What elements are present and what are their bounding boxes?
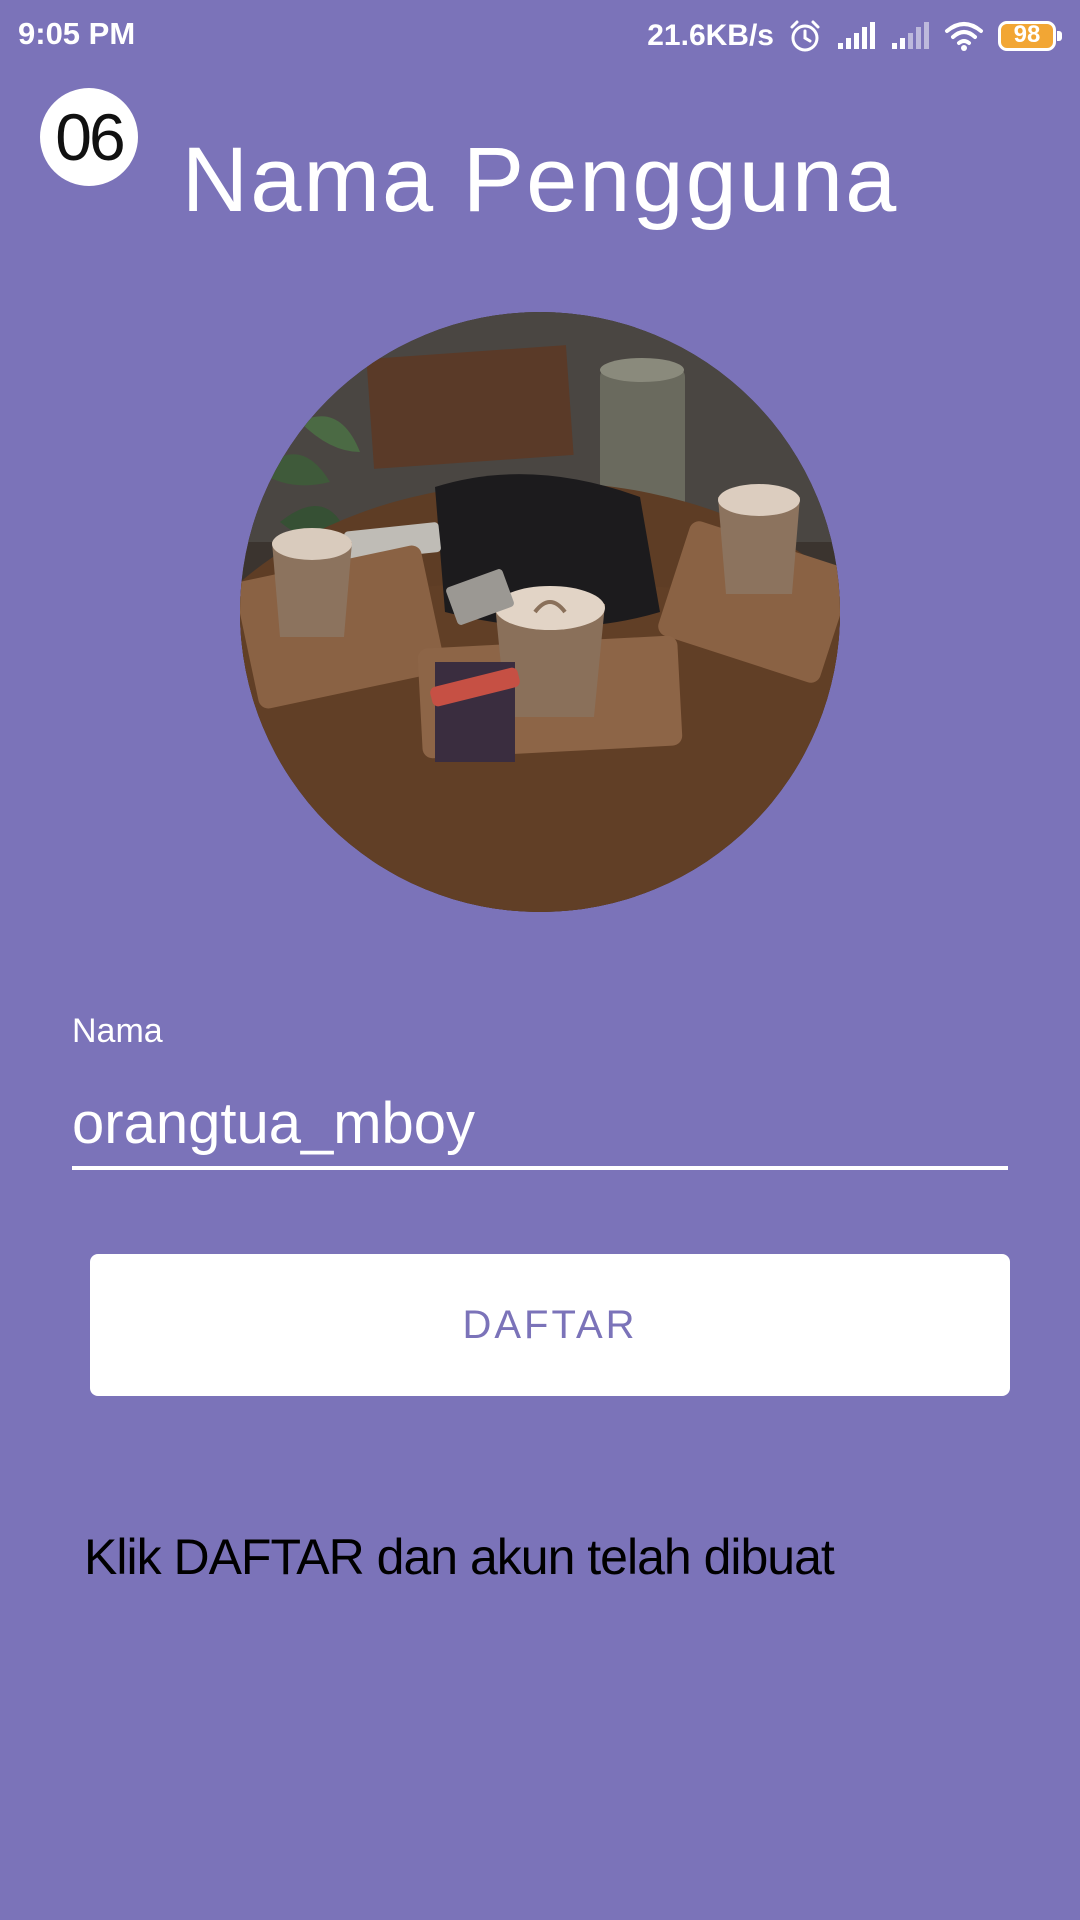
battery-icon: 98: [998, 21, 1062, 51]
wifi-icon: [944, 20, 984, 52]
network-speed: 21.6KB/s: [647, 19, 774, 52]
status-icons: 21.6KB/s 98: [647, 14, 1062, 58]
instruction-text: Klik DAFTAR dan akun telah dibuat: [84, 1529, 835, 1585]
name-label: Nama: [72, 1012, 163, 1050]
daftar-button[interactable]: DAFTAR: [90, 1254, 1010, 1396]
signal-weak-icon: [890, 21, 930, 51]
alarm-icon: [788, 19, 822, 53]
battery-level: 98: [1013, 21, 1041, 48]
profile-photo[interactable]: [240, 312, 840, 912]
status-bar: 9:05 PM 21.6KB/s 98: [0, 0, 1080, 74]
page-title: Nama Pengguna: [181, 129, 899, 231]
status-time: 9:05 PM: [18, 16, 136, 51]
signal-icon: [836, 21, 876, 51]
name-input[interactable]: [72, 1080, 1008, 1170]
battery-tip: [1057, 31, 1062, 41]
profile-photo-image: [240, 312, 840, 912]
